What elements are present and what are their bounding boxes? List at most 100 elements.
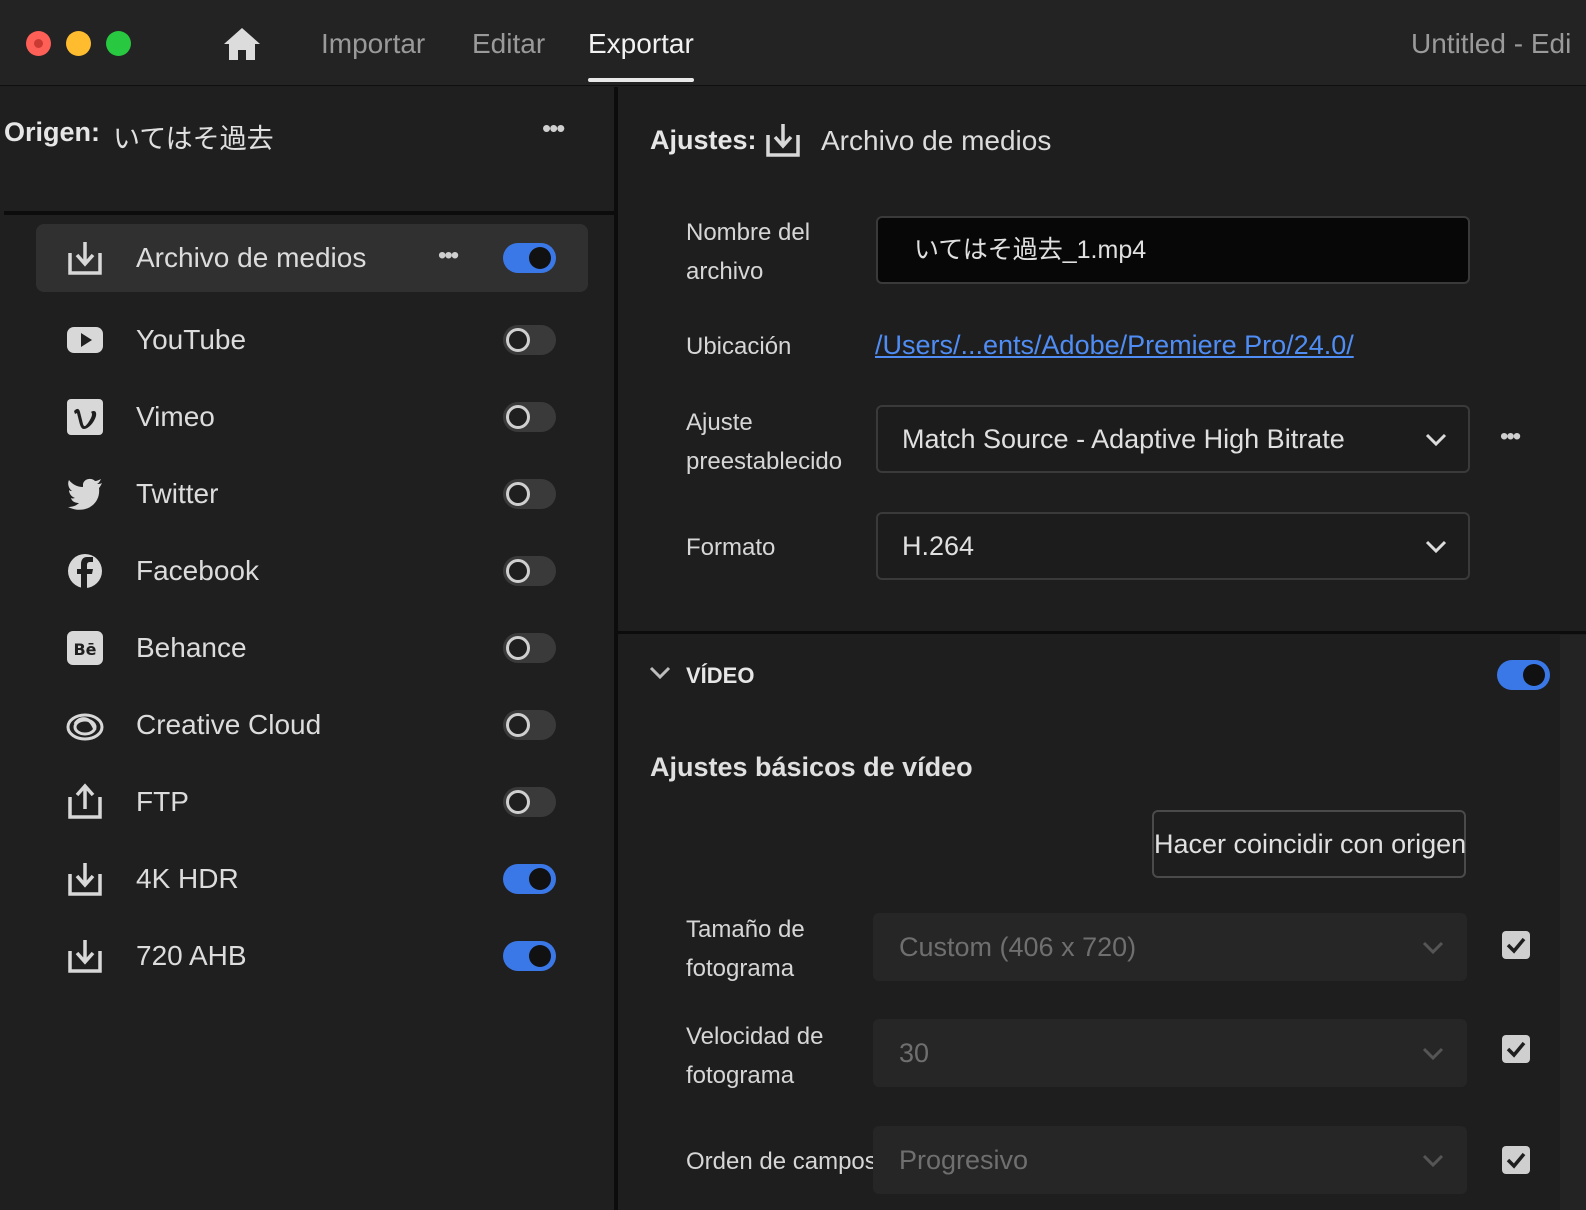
download-icon — [68, 939, 102, 973]
settings-panel: Ajustes: Archivo de medios Nombre del ar… — [618, 87, 1586, 1210]
active-tab-indicator — [588, 78, 694, 82]
destination-label: Behance — [136, 631, 247, 663]
destination-creative-cloud[interactable]: Creative Cloud — [36, 686, 588, 763]
chevron-down-icon — [1422, 941, 1444, 955]
location-label: Ubicación — [686, 333, 792, 360]
video-toggle[interactable] — [1497, 660, 1550, 690]
download-icon — [766, 124, 800, 157]
preset-label-line-2: preestablecido — [686, 448, 843, 475]
document-title: Untitled - Edi — [1411, 28, 1572, 59]
destination-ftp[interactable]: FTP — [36, 763, 588, 840]
svg-text:Bē: Bē — [73, 640, 96, 659]
vimeo-icon — [67, 398, 103, 435]
destination-media-file[interactable]: Archivo de medios ••• — [36, 224, 588, 292]
destination-toggle[interactable] — [503, 401, 556, 432]
tab-editar-label: Editar — [472, 28, 546, 59]
upload-icon — [68, 782, 102, 819]
preset-select-value: Match Source - Adaptive High Bitrate — [902, 424, 1345, 454]
destination-twitter[interactable]: Twitter — [36, 455, 588, 532]
download-icon — [68, 242, 102, 275]
minimize-window-button[interactable] — [66, 31, 91, 56]
destination-toggle[interactable] — [503, 786, 556, 817]
match-source-button[interactable]: Hacer coincidir con origen — [1152, 810, 1466, 878]
frame-size-label: Tamaño de fotograma — [686, 910, 856, 988]
destination-toggle[interactable] — [503, 478, 556, 509]
divider — [4, 211, 615, 215]
destination-4k-hdr[interactable]: 4K HDR — [36, 840, 588, 917]
destination-toggle[interactable] — [503, 940, 556, 971]
location-link[interactable]: /Users/...ents/Adobe/Premiere Pro/24.0/ — [875, 330, 1354, 361]
frame-rate-match-checkbox[interactable] — [1502, 1035, 1530, 1063]
destination-label: 4K HDR — [136, 862, 239, 894]
divider — [618, 631, 1586, 634]
video-section-title[interactable]: VÍDEO — [686, 663, 754, 689]
scrollbar[interactable] — [1560, 635, 1586, 1210]
source-name: いてはそ過去 — [113, 124, 274, 154]
zoom-window-button[interactable] — [106, 31, 131, 56]
field-order-value: Progresivo — [899, 1145, 1029, 1175]
format-select[interactable]: H.264 — [876, 512, 1470, 580]
destination-720-ahb[interactable]: 720 AHB — [36, 917, 588, 994]
basic-video-settings-heading: Ajustes básicos de vídeo — [650, 752, 973, 782]
tab-editar[interactable]: Editar — [472, 28, 545, 84]
chevron-down-icon — [1422, 1047, 1444, 1061]
destination-facebook[interactable]: Facebook — [36, 532, 588, 609]
format-select-value: H.264 — [902, 531, 975, 561]
frame-rate-select[interactable]: 30 — [873, 1019, 1467, 1087]
export-window: Importar Editar Exportar Untitled - Edi … — [0, 0, 1586, 1210]
frame-size-select[interactable]: Custom (406 x 720) — [873, 913, 1467, 981]
download-icon — [68, 862, 102, 896]
preset-label-line-1: Ajuste — [686, 409, 753, 436]
tab-importar-label: Importar — [321, 28, 426, 59]
frame-size-value: Custom (406 x 720) — [899, 932, 1137, 962]
destination-more-button[interactable]: ••• — [438, 242, 459, 270]
destination-toggle[interactable] — [503, 243, 556, 273]
behance-icon: Bē — [67, 630, 103, 665]
creative-cloud-icon — [66, 713, 104, 740]
home-icon[interactable] — [222, 26, 262, 62]
destination-list: Archivo de medios ••• YouTube Vimeo Twit… — [36, 224, 588, 994]
destination-toggle[interactable] — [503, 324, 556, 355]
chevron-down-icon[interactable] — [648, 661, 672, 685]
destination-behance[interactable]: Bē Behance — [36, 609, 588, 686]
frame-rate-label: Velocidad de fotograma — [686, 1017, 856, 1095]
close-window-button[interactable] — [26, 31, 51, 56]
youtube-icon — [67, 326, 103, 353]
destination-toggle[interactable] — [503, 863, 556, 894]
field-order-label: Orden de campos — [686, 1148, 877, 1175]
destination-youtube[interactable]: YouTube — [36, 301, 588, 378]
destination-label: FTP — [136, 785, 189, 817]
preset-more-button[interactable]: ••• — [1500, 423, 1521, 451]
destination-label: YouTube — [136, 323, 247, 355]
destination-label: 720 AHB — [136, 939, 247, 971]
preset-select[interactable]: Match Source - Adaptive High Bitrate — [876, 405, 1470, 473]
frame-size-match-checkbox[interactable] — [1502, 931, 1530, 959]
frame-size-label-line-2: fotograma — [686, 955, 795, 982]
destination-vimeo[interactable]: Vimeo — [36, 378, 588, 455]
filename-label-line-2: archivo — [686, 258, 764, 285]
filename-label-line-1: Nombre del — [686, 219, 811, 246]
chevron-down-icon — [1422, 1154, 1444, 1168]
source-label: Origen: — [4, 117, 101, 147]
chevron-down-icon — [1425, 433, 1447, 447]
filename-input[interactable]: いてはそ過去_1.mp4 — [876, 216, 1470, 284]
preset-label: Ajuste preestablecido — [686, 403, 856, 481]
tab-importar[interactable]: Importar — [321, 28, 425, 84]
frame-size-label-line-1: Tamaño de — [686, 916, 805, 943]
source-more-button[interactable]: ••• — [542, 113, 565, 144]
facebook-icon — [68, 553, 102, 588]
destination-toggle[interactable] — [503, 632, 556, 663]
tab-exportar[interactable]: Exportar — [588, 28, 694, 84]
frame-rate-label-line-1: Velocidad de — [686, 1023, 824, 1050]
settings-destination-name: Archivo de medios — [821, 125, 1052, 156]
destinations-panel: Origen: いてはそ過去 ••• Archivo de medios •••… — [0, 87, 615, 1210]
frame-rate-label-line-2: fotograma — [686, 1062, 795, 1089]
destination-toggle[interactable] — [503, 709, 556, 740]
destination-label: Creative Cloud — [136, 708, 322, 740]
tab-exportar-label: Exportar — [588, 28, 694, 59]
destination-toggle[interactable] — [503, 555, 556, 586]
field-order-match-checkbox[interactable] — [1502, 1146, 1530, 1174]
field-order-select[interactable]: Progresivo — [873, 1126, 1467, 1194]
destination-label: Twitter — [136, 477, 219, 509]
settings-label: Ajustes: — [650, 125, 757, 155]
